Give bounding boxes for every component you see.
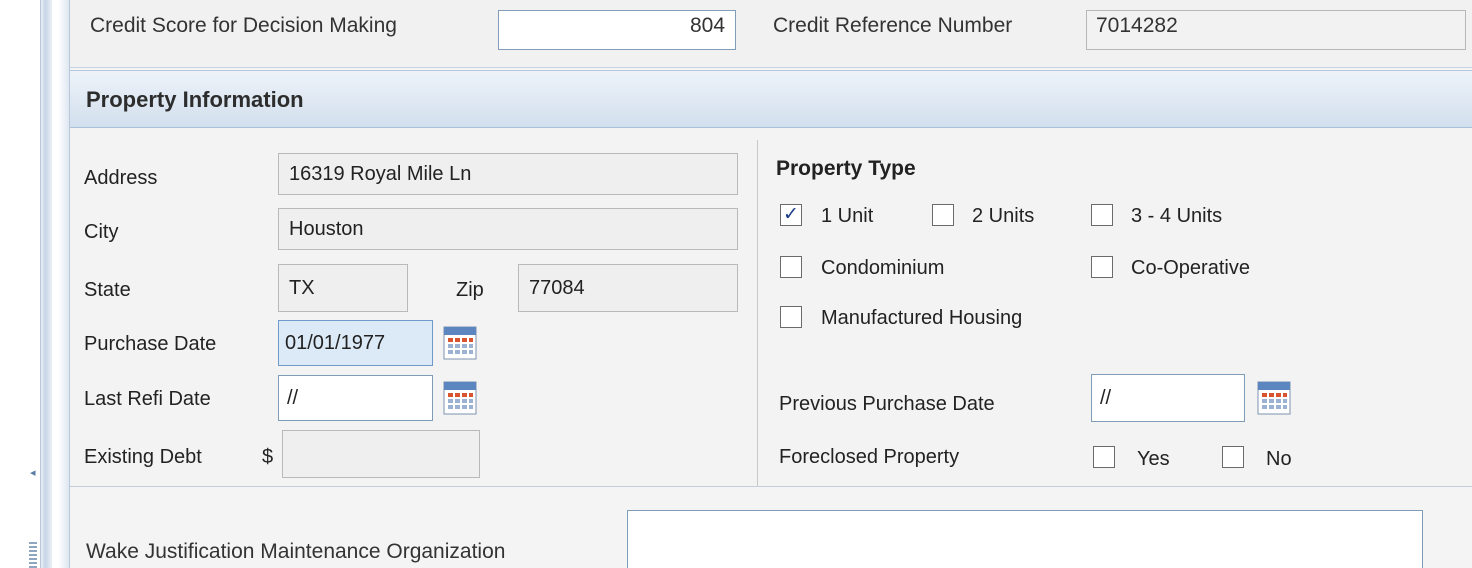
state-field[interactable]: TX [278, 264, 408, 312]
collapse-left-icon[interactable]: ◂ [30, 466, 40, 480]
panel-edge [58, 0, 70, 568]
existing-debt-label: Existing Debt [84, 446, 202, 468]
checkbox-1-unit[interactable]: ✓ [780, 204, 802, 226]
zip-field[interactable]: 77084 [518, 264, 738, 312]
label-condominium: Condominium [821, 257, 945, 279]
last-refi-date-label: Last Refi Date [84, 388, 211, 410]
currency-symbol: $ [262, 446, 274, 468]
label-2-units: 2 Units [972, 205, 1035, 227]
state-label: State [84, 279, 131, 301]
justification-label: Wake Justification Maintenance Organizat… [86, 540, 506, 563]
property-type-title: Property Type [776, 157, 916, 180]
previous-purchase-date-label: Previous Purchase Date [779, 393, 995, 415]
checkbox-condominium[interactable] [780, 256, 802, 278]
checkbox-foreclosed-yes[interactable] [1093, 446, 1115, 468]
existing-debt-field[interactable] [282, 430, 480, 478]
checkbox-3-4-units[interactable] [1091, 204, 1113, 226]
zip-label: Zip [456, 279, 484, 301]
label-3-4-units: 3 - 4 Units [1131, 205, 1223, 227]
calendar-icon[interactable] [443, 326, 477, 360]
column-divider [757, 140, 758, 486]
label-1-unit: 1 Unit [821, 205, 874, 227]
label-co-operative: Co-Operative [1131, 257, 1250, 279]
credit-reference-value: 7014282 [1096, 14, 1178, 37]
checkbox-manufactured-housing[interactable] [780, 306, 802, 328]
checkbox-2-units[interactable] [932, 204, 954, 226]
splitter-grip-icon[interactable] [29, 542, 37, 568]
checkbox-foreclosed-no[interactable] [1222, 446, 1244, 468]
foreclosed-property-label: Foreclosed Property [779, 446, 960, 468]
address-label: Address [84, 167, 158, 189]
previous-purchase-date-field[interactable]: // [1091, 374, 1245, 422]
calendar-icon[interactable] [443, 381, 477, 415]
splitter-bar[interactable] [40, 0, 52, 568]
purchase-date-label: Purchase Date [84, 333, 217, 355]
label-manufactured-housing: Manufactured Housing [821, 307, 1023, 329]
credit-score-value: 804 [690, 14, 726, 37]
justification-field[interactable] [627, 510, 1423, 568]
calendar-icon[interactable] [1257, 381, 1291, 415]
last-refi-date-field[interactable]: // [278, 375, 433, 421]
city-label: City [84, 221, 119, 243]
label-foreclosed-yes: Yes [1137, 448, 1170, 470]
credit-score-label: Credit Score for Decision Making [90, 14, 397, 37]
label-foreclosed-no: No [1266, 448, 1292, 470]
credit-reference-label: Credit Reference Number [773, 14, 1013, 37]
section-title: Property Information [86, 87, 304, 112]
checkbox-co-operative[interactable] [1091, 256, 1113, 278]
city-field[interactable]: Houston [278, 208, 738, 250]
address-field[interactable]: 16319 Royal Mile Ln [278, 153, 738, 195]
purchase-date-field[interactable]: 01/01/1977 [278, 320, 433, 366]
